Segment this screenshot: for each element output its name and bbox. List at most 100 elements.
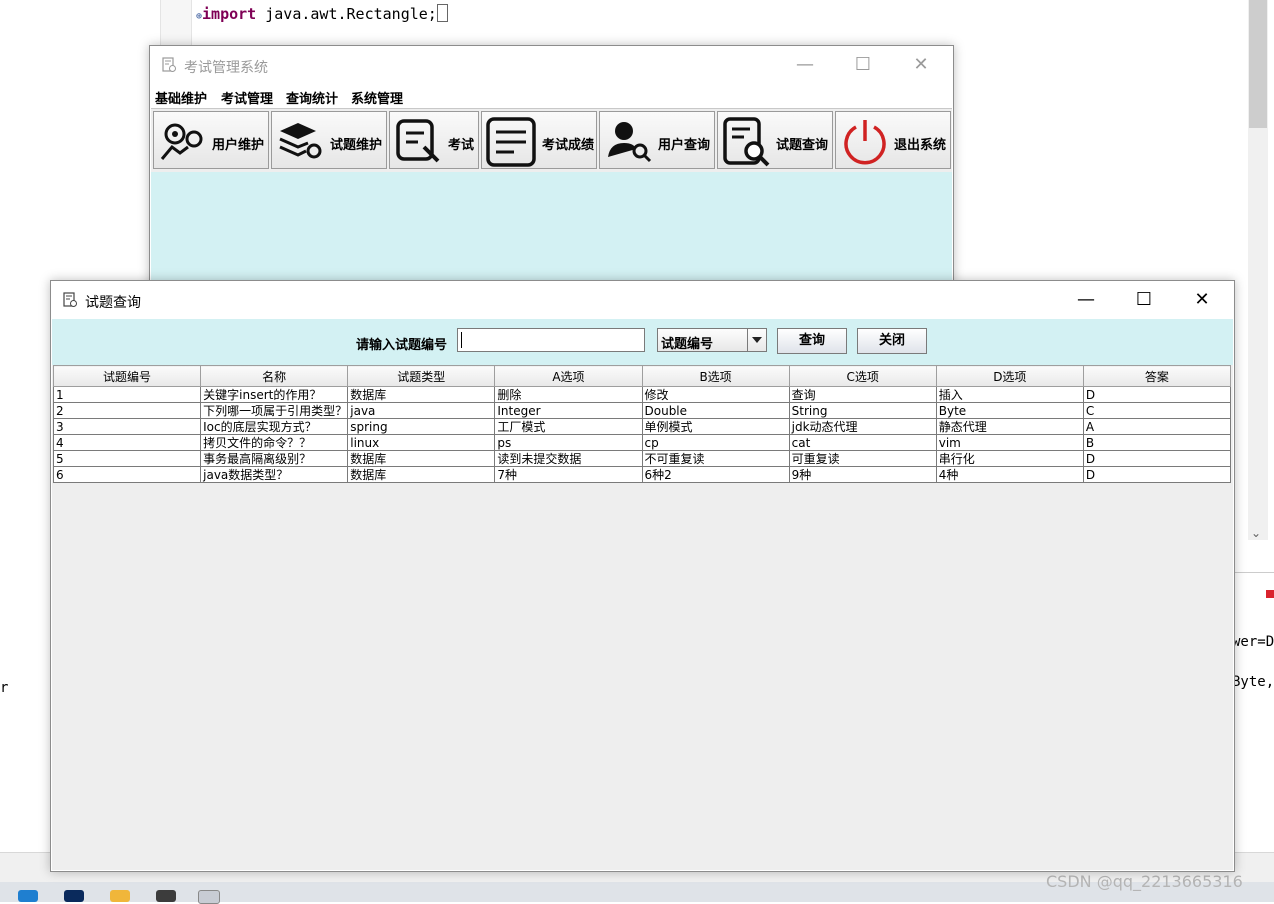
table-cell[interactable]: 6种2	[641, 466, 790, 483]
main-content-area	[151, 172, 952, 286]
menu-system[interactable]: 系统管理	[351, 88, 403, 107]
table-cell[interactable]: java数据类型？	[200, 466, 349, 483]
table-row[interactable]: 5 事务最高隔离级别？ 数据库 读到未提交数据 不可重复读 可重复读 串行化 D	[52, 450, 1232, 467]
table-cell[interactable]: A	[1082, 418, 1232, 435]
camera-icon[interactable]	[156, 890, 176, 902]
chevron-down-icon[interactable]	[747, 329, 766, 351]
table-row[interactable]: 6 java数据类型？ 数据库 7种 6种2 9种 4种 D	[52, 466, 1232, 483]
table-cell[interactable]: Byte	[935, 402, 1084, 419]
table-cell[interactable]: 4	[52, 434, 202, 451]
main-titlebar[interactable]: 考试管理系统 — ☐ ✕	[150, 46, 953, 84]
table-cell[interactable]: 3	[52, 418, 202, 435]
table-cell[interactable]: 删除	[494, 386, 643, 403]
table-cell[interactable]: 5	[52, 450, 202, 467]
column-header[interactable]: 试题编号	[52, 365, 202, 387]
qq-icon[interactable]	[18, 890, 38, 902]
minimize-button[interactable]: —	[776, 46, 834, 84]
table-cell[interactable]: 数据库	[347, 466, 496, 483]
dialog-titlebar[interactable]: 试题查询 — ☐ ✕	[51, 281, 1234, 319]
table-cell[interactable]: vim	[935, 434, 1084, 451]
column-header[interactable]: A选项	[494, 365, 643, 387]
table-cell[interactable]: 拷贝文件的命令？？	[200, 434, 349, 451]
app-icon[interactable]	[110, 890, 130, 902]
exam-score-button[interactable]: 考试成绩	[481, 111, 597, 169]
table-cell[interactable]: 关键字insert的作用？	[200, 386, 349, 403]
column-header[interactable]: B选项	[641, 365, 790, 387]
table-cell[interactable]: cat	[788, 434, 937, 451]
table-cell[interactable]: 读到未提交数据	[494, 450, 643, 467]
maximize-button[interactable]: ☐	[1115, 281, 1173, 319]
table-cell[interactable]: spring	[347, 418, 496, 435]
table-cell[interactable]: 不可重复读	[641, 450, 790, 467]
table-cell[interactable]: 单例模式	[641, 418, 790, 435]
column-header[interactable]: 答案	[1082, 365, 1232, 387]
user-maintain-button[interactable]: 用户维护	[153, 111, 269, 169]
column-header[interactable]: D选项	[935, 365, 1084, 387]
column-header[interactable]: 名称	[200, 365, 349, 387]
minimize-button[interactable]: —	[1057, 281, 1115, 319]
question-query-button[interactable]: 试题查询	[717, 111, 833, 169]
menubar: 基础维护 考试管理 查询统计 系统管理	[150, 84, 953, 108]
query-button[interactable]: 查询	[777, 328, 847, 354]
app-icon	[63, 292, 77, 307]
table-cell[interactable]: 1	[52, 386, 202, 403]
table-cell[interactable]: 串行化	[935, 450, 1084, 467]
column-header[interactable]: 试题类型	[347, 365, 496, 387]
question-id-input[interactable]	[457, 328, 645, 352]
console-text: Byte,	[1232, 674, 1274, 690]
user-query-button[interactable]: 用户查询	[599, 111, 715, 169]
ide-scroll-thumb[interactable]	[1249, 0, 1267, 128]
table-cell[interactable]: D	[1082, 386, 1232, 403]
toolbar-label: 退出系统	[894, 138, 947, 153]
table-cell[interactable]: B	[1082, 434, 1232, 451]
table-cell[interactable]: 数据库	[347, 386, 496, 403]
table-cell[interactable]: linux	[347, 434, 496, 451]
chevron-down-icon[interactable]: ⌄	[1251, 526, 1261, 540]
table-row[interactable]: 1 关键字insert的作用？ 数据库 删除 修改 查询 插入 D	[52, 386, 1232, 403]
menu-query[interactable]: 查询统计	[286, 88, 338, 107]
table-cell[interactable]: 修改	[641, 386, 790, 403]
table-cell[interactable]: 4种	[935, 466, 1084, 483]
document-search-icon	[723, 117, 770, 167]
table-cell[interactable]: D	[1082, 466, 1232, 483]
table-cell[interactable]: D	[1082, 450, 1232, 467]
table-cell[interactable]: 9种	[788, 466, 937, 483]
table-cell[interactable]: ps	[494, 434, 643, 451]
table-cell[interactable]: C	[1082, 402, 1232, 419]
exit-system-button[interactable]: 退出系统	[835, 111, 951, 169]
close-dialog-button[interactable]: 关闭	[857, 328, 927, 354]
table-cell[interactable]: Double	[641, 402, 790, 419]
question-maintain-button[interactable]: 试题维护	[271, 111, 387, 169]
table-cell[interactable]: 插入	[935, 386, 1084, 403]
table-cell[interactable]: java	[347, 402, 496, 419]
search-field-select[interactable]: 试题编号	[657, 328, 767, 352]
menu-exam[interactable]: 考试管理	[221, 88, 273, 107]
menu-basic[interactable]: 基础维护	[155, 88, 207, 107]
close-button[interactable]: ✕	[892, 46, 950, 84]
ide-code-line[interactable]: ⊕import java.awt.Rectangle;	[196, 4, 448, 23]
table-cell[interactable]: 2	[52, 402, 202, 419]
table-cell[interactable]: 下列哪一项属于引用类型？	[200, 402, 349, 419]
table-cell[interactable]: 7种	[494, 466, 643, 483]
table-cell[interactable]: jdk动态代理	[788, 418, 937, 435]
table-row[interactable]: 4 拷贝文件的命令？？ linux ps cp cat vim B	[52, 434, 1232, 451]
table-cell[interactable]: 6	[52, 466, 202, 483]
table-cell[interactable]: 事务最高隔离级别？	[200, 450, 349, 467]
table-cell[interactable]: cp	[641, 434, 790, 451]
close-button[interactable]: ✕	[1173, 281, 1231, 319]
table-cell[interactable]: Ioc的底层实现方式？	[200, 418, 349, 435]
table-cell[interactable]: 静态代理	[935, 418, 1084, 435]
ide-left-text: r	[0, 680, 9, 696]
photoshop-icon[interactable]	[64, 890, 84, 902]
exam-button[interactable]: 考试	[389, 111, 479, 169]
table-cell[interactable]: 数据库	[347, 450, 496, 467]
maximize-button[interactable]: ☐	[834, 46, 892, 84]
table-cell[interactable]: String	[788, 402, 937, 419]
table-row[interactable]: 2 下列哪一项属于引用类型？ java Integer Double String Byte…	[52, 402, 1232, 419]
table-cell[interactable]: 工厂模式	[494, 418, 643, 435]
table-cell[interactable]: 查询	[788, 386, 937, 403]
table-cell[interactable]: 可重复读	[788, 450, 937, 467]
column-header[interactable]: C选项	[788, 365, 937, 387]
table-row[interactable]: 3 Ioc的底层实现方式？ spring 工厂模式 单例模式 jdk动态代理 静态代理 A	[52, 418, 1232, 435]
table-cell[interactable]: Integer	[494, 402, 643, 419]
